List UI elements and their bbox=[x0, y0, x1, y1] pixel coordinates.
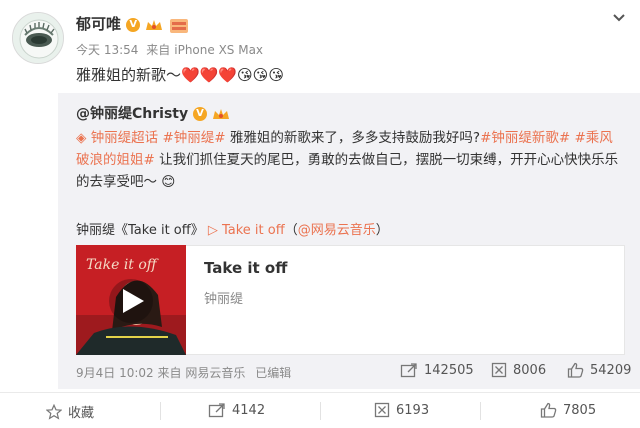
author-name[interactable]: 郁可唯 bbox=[76, 15, 121, 33]
music-paren-open: （ bbox=[284, 223, 298, 238]
divider bbox=[160, 402, 161, 420]
card-title[interactable]: Take it off bbox=[204, 259, 287, 277]
author-name-row: 郁可唯 V bbox=[76, 13, 188, 34]
vip-crown-icon bbox=[212, 107, 230, 121]
repost-author[interactable]: @钟丽缇Christy bbox=[76, 106, 188, 122]
music-line-prefix: 钟丽缇《Take it off》 bbox=[76, 223, 204, 238]
edited-label[interactable]: 已编辑 bbox=[255, 366, 291, 380]
like-action-count: 7805 bbox=[563, 402, 597, 418]
verified-v-icon: V bbox=[192, 107, 207, 121]
repost-icon bbox=[400, 363, 417, 378]
post-body: 雅雅姐的新歌～ bbox=[76, 66, 182, 84]
chevron-down-icon[interactable] bbox=[610, 8, 628, 26]
repost-text: 雅雅姐的新歌来了，多多支持鼓励我好吗? bbox=[229, 130, 481, 146]
repost-source-prefix: 来自 bbox=[157, 366, 182, 380]
comment-icon bbox=[491, 362, 507, 378]
repost-count: 142505 bbox=[424, 362, 474, 378]
vip-crown-icon bbox=[145, 18, 163, 32]
smile-emoji: 😊 bbox=[161, 174, 176, 190]
cover-title: Take it off bbox=[86, 257, 159, 273]
post-source-prefix: 来自 bbox=[146, 43, 171, 57]
album-cover[interactable]: Take it off bbox=[76, 245, 186, 355]
post-time[interactable]: 今天 13:54 bbox=[76, 43, 138, 57]
thumbs-up-icon bbox=[540, 402, 557, 418]
repost-author-row: @钟丽缇Christy V bbox=[76, 103, 230, 123]
divider bbox=[320, 402, 321, 420]
avatar[interactable] bbox=[12, 12, 64, 64]
divider bbox=[480, 402, 481, 420]
verified-v-icon: V bbox=[126, 17, 141, 32]
card-artist: 钟丽缇 bbox=[204, 292, 244, 307]
supertopic-link[interactable]: 钟丽缇超话 bbox=[91, 130, 159, 146]
post-emojis: ❤️❤️❤️😘😘😘 bbox=[181, 66, 284, 84]
repost-body: ◈ 钟丽缇超话 #钟丽缇# 雅雅姐的新歌来了，多多支持鼓励我好吗?#钟丽缇新歌#… bbox=[76, 127, 626, 193]
like-button[interactable]: 7805 bbox=[540, 402, 596, 418]
comment-icon bbox=[374, 402, 390, 418]
repost-count-button[interactable]: 142505 bbox=[400, 362, 474, 378]
repost-text: 让我们抓住夏天的尾巴，勇敢的去做自己，摆脱一切束缚，开开心心快快乐乐的去享受吧～ bbox=[76, 152, 619, 190]
hashtag-link[interactable]: #钟丽缇新歌# bbox=[480, 130, 570, 146]
music-badge-icon bbox=[169, 18, 188, 33]
music-line: 钟丽缇《Take it off》 ▷ Take it off（@网易云音乐） bbox=[76, 219, 389, 238]
repost-button[interactable]: 4142 bbox=[208, 402, 265, 418]
post-text: 雅雅姐的新歌～❤️❤️❤️😘😘😘 bbox=[76, 64, 284, 85]
supertopic-icon: ◈ bbox=[76, 130, 87, 146]
repost-action-count: 4142 bbox=[232, 402, 266, 418]
post-source[interactable]: iPhone XS Max bbox=[174, 43, 263, 57]
favorite-button[interactable]: 收藏 bbox=[46, 402, 94, 421]
favorite-label: 收藏 bbox=[68, 406, 95, 421]
repost-icon bbox=[208, 403, 225, 418]
thumbs-up-icon bbox=[567, 362, 584, 378]
repost-source[interactable]: 网易云音乐 bbox=[185, 366, 245, 380]
comment-button[interactable]: 6193 bbox=[374, 402, 429, 418]
repost-meta: 9月4日 10:02 来自 网易云音乐 已编辑 bbox=[76, 364, 291, 381]
music-link-label: Take it off bbox=[221, 223, 285, 238]
hashtag-link[interactable]: #钟丽缇# bbox=[162, 130, 225, 146]
music-platform-link[interactable]: @网易云音乐 bbox=[298, 223, 376, 238]
comment-count: 8006 bbox=[513, 362, 547, 378]
avatar-image bbox=[13, 13, 63, 63]
music-paren-close: ） bbox=[375, 223, 389, 238]
music-play-link[interactable]: ▷ Take it off bbox=[208, 223, 285, 238]
comment-action-count: 6193 bbox=[396, 402, 430, 418]
post-meta: 今天 13:54 来自 iPhone XS Max bbox=[76, 41, 267, 58]
like-count: 54209 bbox=[590, 362, 632, 378]
like-count-button[interactable]: 54209 bbox=[567, 362, 631, 378]
star-icon bbox=[46, 403, 62, 420]
comment-count-button[interactable]: 8006 bbox=[491, 362, 546, 378]
repost-date[interactable]: 9月4日 10:02 bbox=[76, 366, 154, 380]
